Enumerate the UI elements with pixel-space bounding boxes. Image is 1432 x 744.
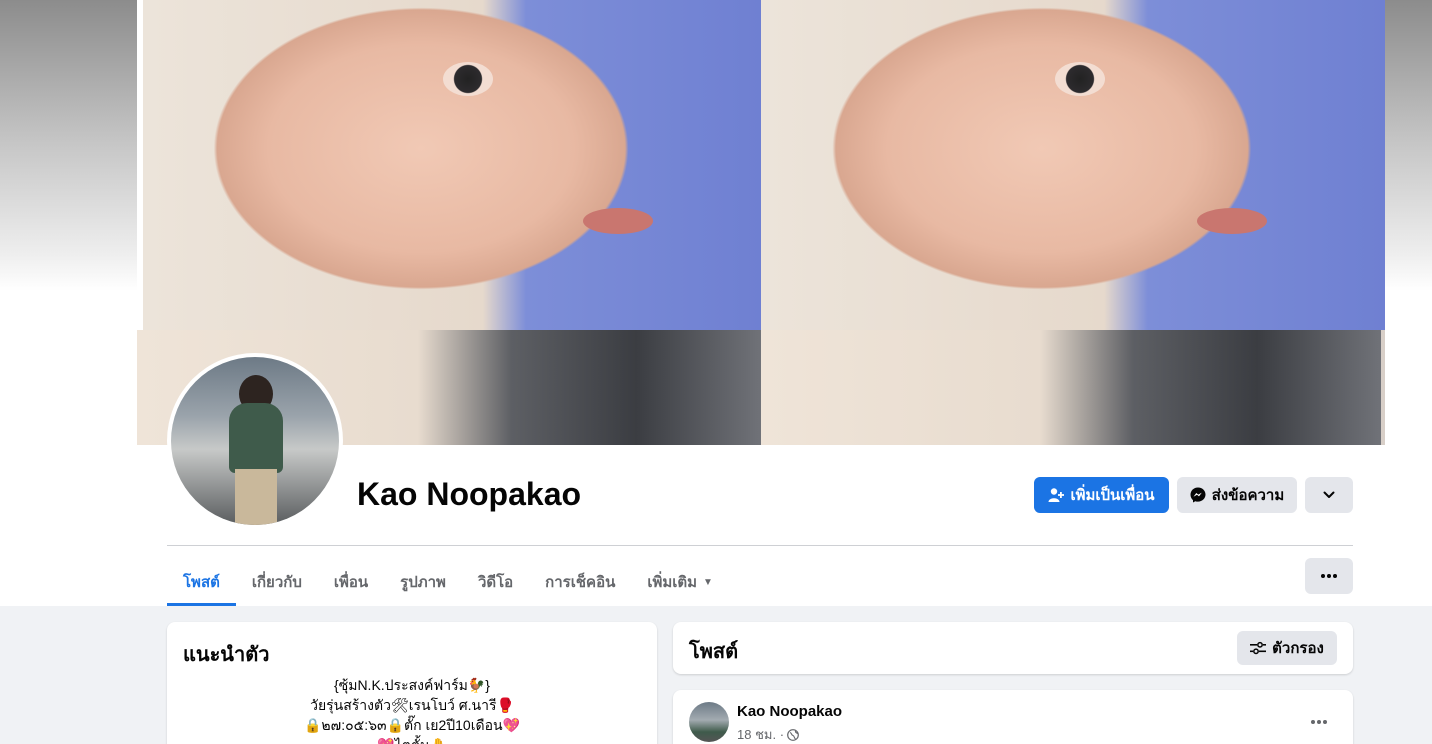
eye-shape xyxy=(1055,62,1105,96)
mouth-shape xyxy=(583,208,653,234)
globe-icon xyxy=(787,728,799,741)
add-friend-button[interactable]: เพิ่มเป็นเพื่อน xyxy=(1034,477,1169,513)
profile-tabs: โพสต์ เกี่ยวกับ เพื่อน รูปภาพ วิดีโอ การ… xyxy=(167,558,729,606)
filter-button[interactable]: ตัวกรอง xyxy=(1237,631,1337,665)
post-meta: 18 ชม. · xyxy=(737,724,799,744)
bio-text: {ซุ้มN.K.ประสงค์ฟาร์ม🐓} วัยรุ่นสร้างตัว🛠… xyxy=(183,675,641,744)
eye-shape xyxy=(443,62,493,96)
tabs-more-options-button[interactable] xyxy=(1305,558,1353,594)
cover-photo-right xyxy=(761,0,1385,330)
profile-name: Kao Noopakao xyxy=(357,476,582,512)
add-friend-icon xyxy=(1048,488,1065,502)
mouth-shape xyxy=(1197,208,1267,234)
tab-posts[interactable]: โพสต์ xyxy=(167,558,236,606)
tab-label: เพื่อน xyxy=(333,574,369,591)
avatar-person-body xyxy=(229,403,283,473)
intro-card: แนะนำตัว {ซุ้มN.K.ประสงค์ฟาร์ม🐓} วัยรุ่น… xyxy=(167,622,657,744)
tab-label: การเช็คอิน xyxy=(545,574,616,591)
messenger-icon xyxy=(1190,487,1206,503)
post-author-name[interactable]: Kao Noopakao xyxy=(737,703,842,720)
add-friend-label: เพิ่มเป็นเพื่อน xyxy=(1070,487,1155,504)
message-label: ส่งข้อความ xyxy=(1211,487,1285,504)
bio-line: 💖ไตตั้ม🤚 xyxy=(183,735,641,744)
caret-down-icon: ▼ xyxy=(703,576,713,588)
avatar xyxy=(171,357,339,525)
filter-icon xyxy=(1250,641,1267,655)
tab-about[interactable]: เกี่ยวกับ xyxy=(236,558,318,606)
tab-label: เกี่ยวกับ xyxy=(251,574,302,591)
avatar-person-legs xyxy=(235,469,277,525)
tab-more[interactable]: เพิ่มเติม ▼ xyxy=(631,558,729,606)
cover-photo[interactable] xyxy=(137,0,1385,445)
filter-label: ตัวกรอง xyxy=(1272,640,1324,657)
intro-title: แนะนำตัว xyxy=(183,644,270,666)
bio-line: 🔒๒๗:๐๕:๖๓🔒ตั๊ก เย2ปี10เดือน💖 xyxy=(304,717,520,733)
posts-title: โพสต์ xyxy=(689,641,739,663)
more-dots-icon xyxy=(1321,574,1337,578)
bio-line: {ซุ้มN.K.ประสงค์ฟาร์ม🐓} xyxy=(334,677,490,693)
chevron-down-icon xyxy=(1323,491,1335,498)
tab-videos[interactable]: วิดีโอ xyxy=(462,558,529,606)
post-timestamp[interactable]: 18 ชม. · xyxy=(737,724,784,744)
tab-friends[interactable]: เพื่อน xyxy=(318,558,384,606)
post-card: Kao Noopakao 18 ชม. · xyxy=(673,690,1353,744)
header-divider xyxy=(167,545,1353,546)
tab-checkins[interactable]: การเช็คอิน xyxy=(529,558,631,606)
tab-label: รูปภาพ xyxy=(400,574,446,591)
cover-photo-bottom-right xyxy=(761,330,1381,445)
post-author-avatar[interactable] xyxy=(689,702,729,742)
profile-picture[interactable] xyxy=(167,353,343,529)
more-dots-icon xyxy=(1311,720,1327,724)
profile-more-button[interactable] xyxy=(1305,477,1353,513)
message-button[interactable]: ส่งข้อความ xyxy=(1177,477,1297,513)
tab-label: เพิ่มเติม xyxy=(647,574,698,591)
tab-label: โพสต์ xyxy=(183,574,220,591)
post-options-button[interactable] xyxy=(1303,706,1335,738)
cover-photo-left xyxy=(143,0,761,330)
tab-photos[interactable]: รูปภาพ xyxy=(384,558,462,606)
bio-line: วัยรุ่นสร้างตัว🛠เรนโบว์ ศ.นารี🥊 xyxy=(310,697,514,713)
tab-label: วิดีโอ xyxy=(477,574,514,591)
